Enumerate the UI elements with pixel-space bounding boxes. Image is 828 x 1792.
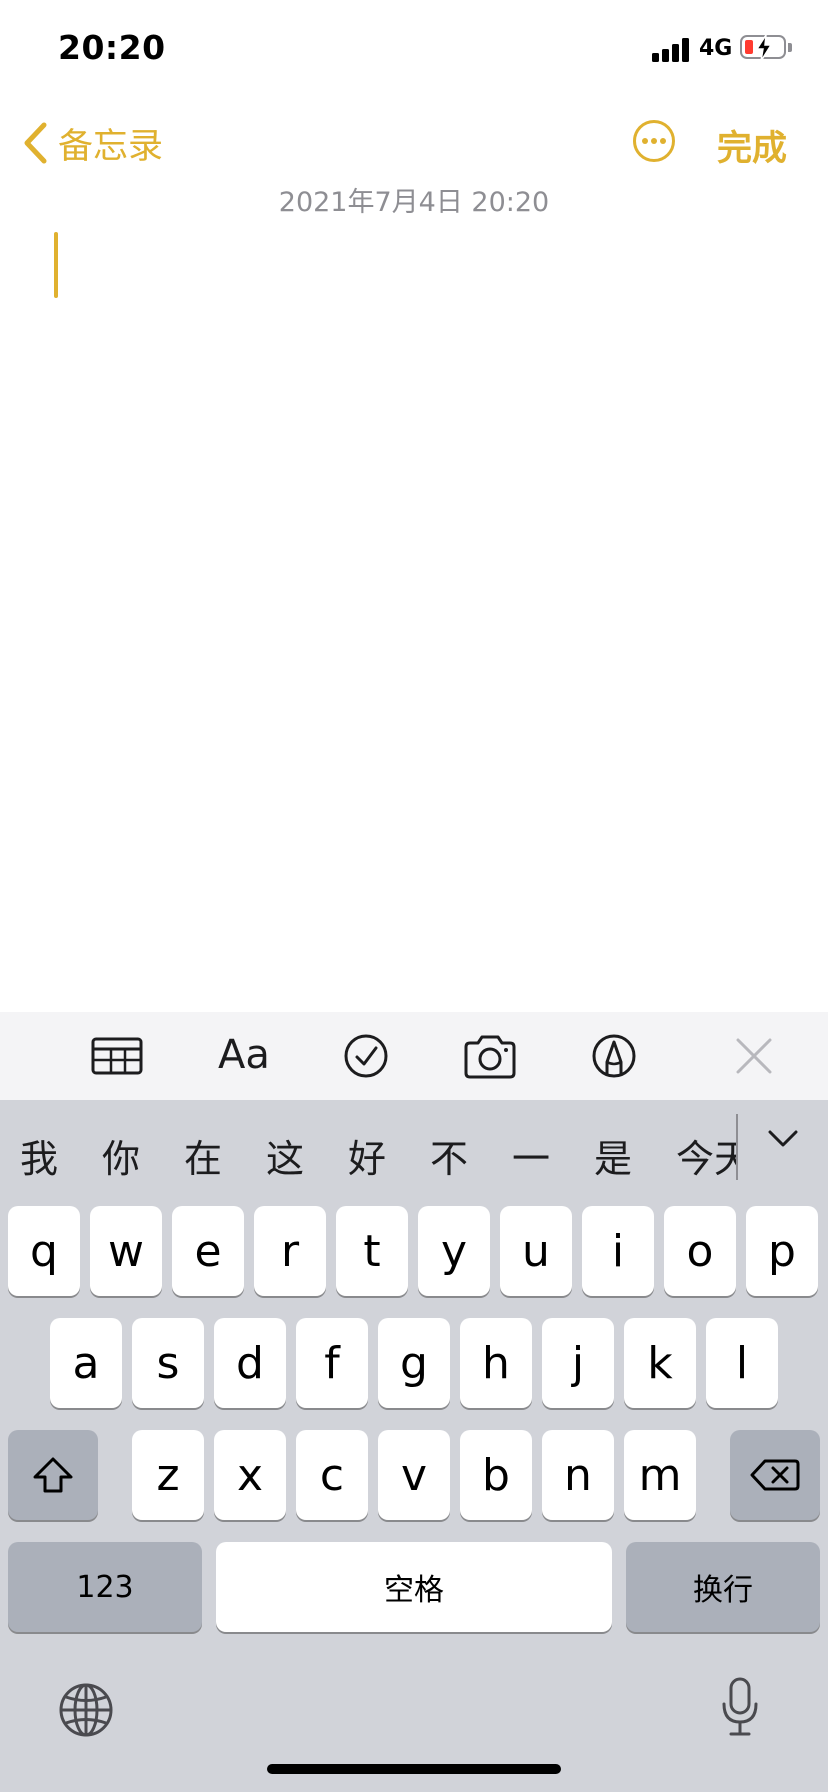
done-button[interactable]: 完成 [717,120,787,171]
key-t[interactable]: t [336,1206,408,1296]
keyboard: 我 你 在 这 好 不 一 是 今天 q w e r t y u i o p a… [0,1100,828,1792]
status-bar: 20:20 4G [0,0,828,100]
key-j[interactable]: j [542,1318,614,1408]
key-i[interactable]: i [582,1206,654,1296]
key-y[interactable]: y [418,1206,490,1296]
chevron-down-icon[interactable] [766,1126,800,1152]
key-u[interactable]: u [500,1206,572,1296]
candidate-word[interactable]: 一 [512,1128,550,1183]
table-icon[interactable] [90,1030,144,1082]
key-q[interactable]: q [8,1206,80,1296]
shift-icon [33,1457,73,1493]
key-x[interactable]: x [214,1430,286,1520]
key-o[interactable]: o [664,1206,736,1296]
key-r[interactable]: r [254,1206,326,1296]
candidate-bar: 我 你 在 这 好 不 一 是 今天 [0,1100,828,1200]
candidate-word[interactable]: 不 [430,1128,468,1183]
candidate-word[interactable]: 今天 [676,1128,736,1183]
delete-icon [750,1459,800,1491]
key-d[interactable]: d [214,1318,286,1408]
close-icon[interactable] [734,1030,774,1082]
candidate-divider [736,1114,738,1180]
cellular-signal-icon [652,38,692,62]
key-k[interactable]: k [624,1318,696,1408]
shift-key[interactable] [8,1430,98,1520]
candidate-word[interactable]: 好 [348,1128,386,1183]
ellipsis-circle-icon[interactable] [632,119,676,163]
key-l[interactable]: l [706,1318,778,1408]
markup-pen-icon[interactable] [591,1030,637,1082]
key-m[interactable]: m [624,1430,696,1520]
back-button-label: 备忘录 [58,126,164,167]
camera-icon[interactable] [462,1030,518,1082]
space-key[interactable]: 空格 [216,1542,612,1632]
key-s[interactable]: s [132,1318,204,1408]
key-b[interactable]: b [460,1430,532,1520]
format-toolbar: Aa [0,1012,828,1100]
checklist-icon[interactable] [343,1030,389,1082]
candidate-word[interactable]: 我 [20,1128,58,1183]
key-g[interactable]: g [378,1318,450,1408]
key-e[interactable]: e [172,1206,244,1296]
back-button[interactable]: 备忘录 [22,118,163,168]
key-v[interactable]: v [378,1430,450,1520]
status-time: 20:20 [58,28,166,67]
key-f[interactable]: f [296,1318,368,1408]
numbers-key[interactable]: 123 [8,1542,202,1632]
candidate-word[interactable]: 你 [102,1128,140,1183]
key-w[interactable]: w [90,1206,162,1296]
key-c[interactable]: c [296,1430,368,1520]
return-key[interactable]: 换行 [626,1542,820,1632]
format-text-button[interactable]: Aa [218,1032,270,1078]
delete-key[interactable] [730,1430,820,1520]
note-body-editor[interactable] [0,210,828,1010]
nav-bar: 备忘录 完成 [0,100,828,190]
key-n[interactable]: n [542,1430,614,1520]
candidate-word[interactable]: 是 [594,1128,632,1183]
candidate-word[interactable]: 在 [184,1128,222,1183]
home-indicator [267,1764,561,1774]
battery-icon [740,34,792,63]
key-a[interactable]: a [50,1318,122,1408]
chevron-left-icon [24,122,47,164]
microphone-icon[interactable] [720,1676,760,1738]
text-caret [54,232,58,298]
globe-icon[interactable] [58,1682,114,1738]
candidate-word[interactable]: 这 [266,1128,304,1183]
key-h[interactable]: h [460,1318,532,1408]
key-z[interactable]: z [132,1430,204,1520]
key-p[interactable]: p [746,1206,818,1296]
charging-bolt-icon [755,34,773,62]
network-type: 4G [699,36,733,61]
